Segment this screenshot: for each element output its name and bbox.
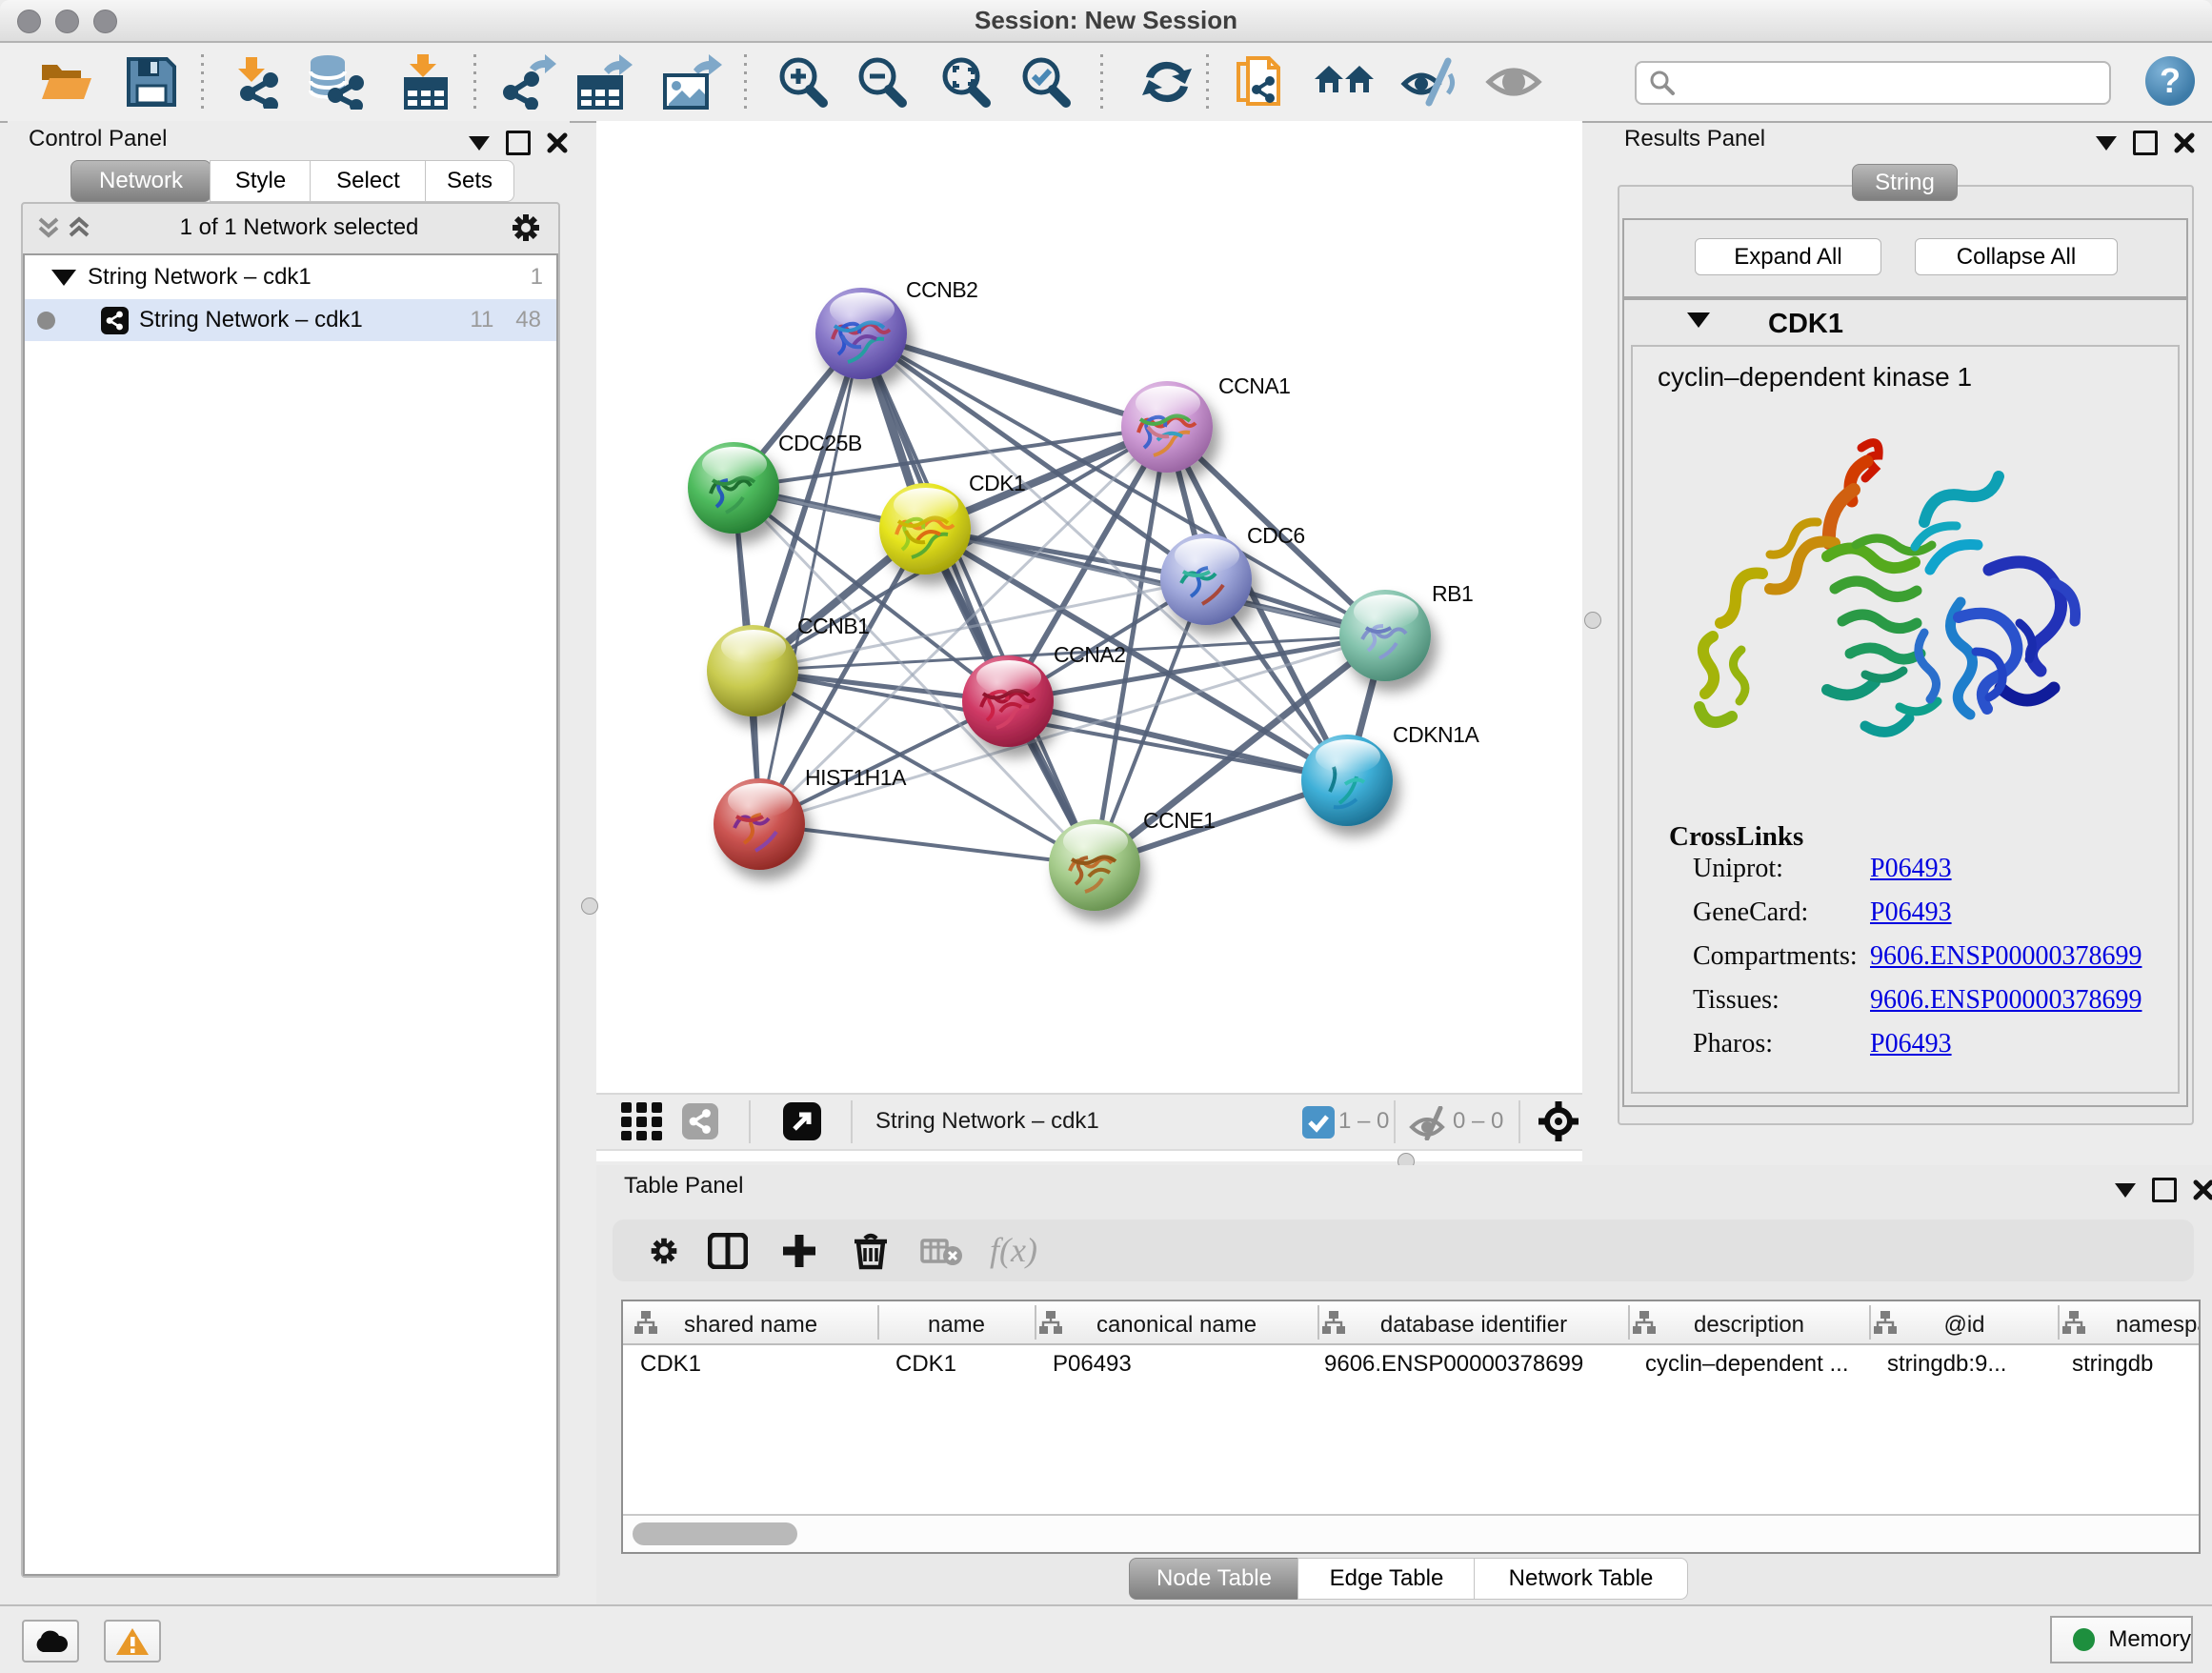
svg-text:description: description (1694, 1312, 1804, 1338)
svg-text:CDKN1A: CDKN1A (1393, 722, 1479, 747)
svg-text:@id: @id (1943, 1312, 1984, 1338)
svg-text:name: name (928, 1312, 985, 1338)
svg-text:database identifier: database identifier (1380, 1312, 1567, 1338)
svg-text:CCNA2: CCNA2 (1054, 642, 1125, 667)
svg-text:CDK1: CDK1 (969, 471, 1025, 495)
svg-text:namespace: namespace (2116, 1312, 2199, 1338)
svg-text:CCNA1: CCNA1 (1218, 373, 1290, 398)
svg-text:HIST1H1A: HIST1H1A (805, 765, 907, 790)
svg-text:CDC25B: CDC25B (778, 431, 862, 455)
svg-text:CCNB2: CCNB2 (906, 277, 977, 302)
svg-text:canonical name: canonical name (1096, 1312, 1257, 1338)
svg-text:shared name: shared name (684, 1312, 817, 1338)
svg-text:RB1: RB1 (1432, 581, 1473, 606)
svg-text:CCNB1: CCNB1 (797, 614, 869, 638)
svg-text:CDC6: CDC6 (1247, 523, 1305, 548)
svg-text:CCNE1: CCNE1 (1143, 808, 1215, 833)
